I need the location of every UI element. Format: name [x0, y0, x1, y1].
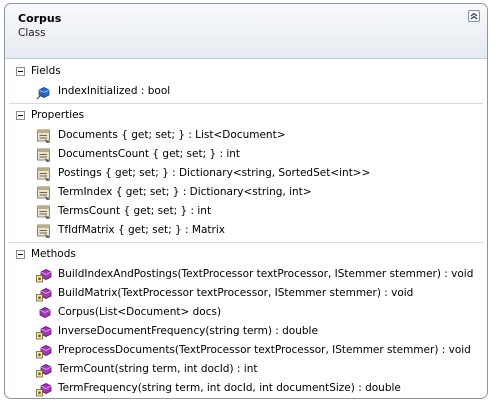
property-item[interactable]: Postings { get; set; } : Dictionary<stri… [5, 164, 487, 183]
method-icon [36, 343, 52, 359]
methods-section-title: Methods [31, 248, 76, 260]
property-item-label: TermIndex { get; set; } : Dictionary<str… [58, 186, 312, 198]
properties-section-header[interactable]: Properties [5, 107, 487, 126]
fields-section-title: Fields [31, 65, 61, 77]
properties-list: Documents { get; set; } : List<Document>… [5, 126, 487, 240]
methods-list: BuildIndexAndPostings(TextProcessor text… [5, 265, 487, 398]
property-item[interactable]: TermsCount { get; set; } : int [5, 202, 487, 221]
method-item[interactable]: Corpus(List<Document> docs) [5, 303, 487, 322]
method-item-label: Corpus(List<Document> docs) [58, 306, 222, 318]
method-icon [36, 362, 52, 378]
methods-collapse-toggle[interactable] [16, 250, 25, 259]
method-item-label: TermFrequency(string term, int docId, in… [58, 382, 401, 394]
method-item[interactable]: InverseDocumentFrequency(string term) : … [5, 322, 487, 341]
properties-collapse-toggle[interactable] [16, 111, 25, 120]
property-item-label: Documents { get; set; } : List<Document> [58, 129, 286, 141]
properties-section-title: Properties [31, 109, 85, 121]
property-icon [36, 204, 52, 220]
property-item-label: DocumentsCount { get; set; } : int [58, 148, 241, 160]
field-icon [36, 84, 52, 100]
method-item[interactable]: BuildMatrix(TextProcessor textProcessor,… [5, 284, 487, 303]
class-header[interactable]: Corpus Class [5, 4, 487, 59]
field-item[interactable]: IndexInitialized : bool [5, 82, 487, 101]
property-icon [36, 166, 52, 182]
fields-section-header[interactable]: Fields [5, 63, 487, 82]
property-item[interactable]: Documents { get; set; } : List<Document> [5, 126, 487, 145]
section-divider [9, 103, 483, 104]
class-stereotype: Class [18, 27, 46, 39]
method-icon [36, 381, 52, 397]
methods-section-header[interactable]: Methods [5, 246, 487, 265]
method-item-label: BuildMatrix(TextProcessor textProcessor,… [58, 287, 414, 299]
property-icon [36, 223, 52, 239]
property-icon [36, 128, 52, 144]
method-icon [36, 324, 52, 340]
property-item[interactable]: TermIndex { get; set; } : Dictionary<str… [5, 183, 487, 202]
property-item-label: TfIdfMatrix { get; set; } : Matrix [58, 224, 225, 236]
method-icon [36, 267, 52, 283]
class-shape[interactable]: Corpus Class Fields IndexInitialized : b… [4, 3, 488, 399]
class-name: Corpus [18, 12, 62, 25]
method-icon [36, 286, 52, 302]
property-icon [36, 147, 52, 163]
fields-collapse-toggle[interactable] [16, 67, 25, 76]
property-item-label: Postings { get; set; } : Dictionary<stri… [58, 167, 371, 179]
section-divider [9, 242, 483, 243]
method-item-label: TermCount(string term, int docId) : int [58, 363, 258, 375]
method-item[interactable]: TermFrequency(string term, int docId, in… [5, 379, 487, 398]
method-item-label: InverseDocumentFrequency(string term) : … [58, 325, 318, 337]
method-item-label: BuildIndexAndPostings(TextProcessor text… [58, 268, 474, 280]
property-icon [36, 185, 52, 201]
property-item-label: TermsCount { get; set; } : int [58, 205, 212, 217]
constructor-icon [36, 305, 52, 321]
fields-list: IndexInitialized : bool [5, 82, 487, 101]
method-item-label: PreprocessDocuments(TextProcessor textPr… [58, 344, 471, 356]
property-item[interactable]: DocumentsCount { get; set; } : int [5, 145, 487, 164]
field-item-label: IndexInitialized : bool [58, 85, 171, 97]
collapse-chevron-icon[interactable] [468, 10, 480, 22]
property-item[interactable]: TfIdfMatrix { get; set; } : Matrix [5, 221, 487, 240]
method-item[interactable]: TermCount(string term, int docId) : int [5, 360, 487, 379]
method-item[interactable]: BuildIndexAndPostings(TextProcessor text… [5, 265, 487, 284]
method-item[interactable]: PreprocessDocuments(TextProcessor textPr… [5, 341, 487, 360]
